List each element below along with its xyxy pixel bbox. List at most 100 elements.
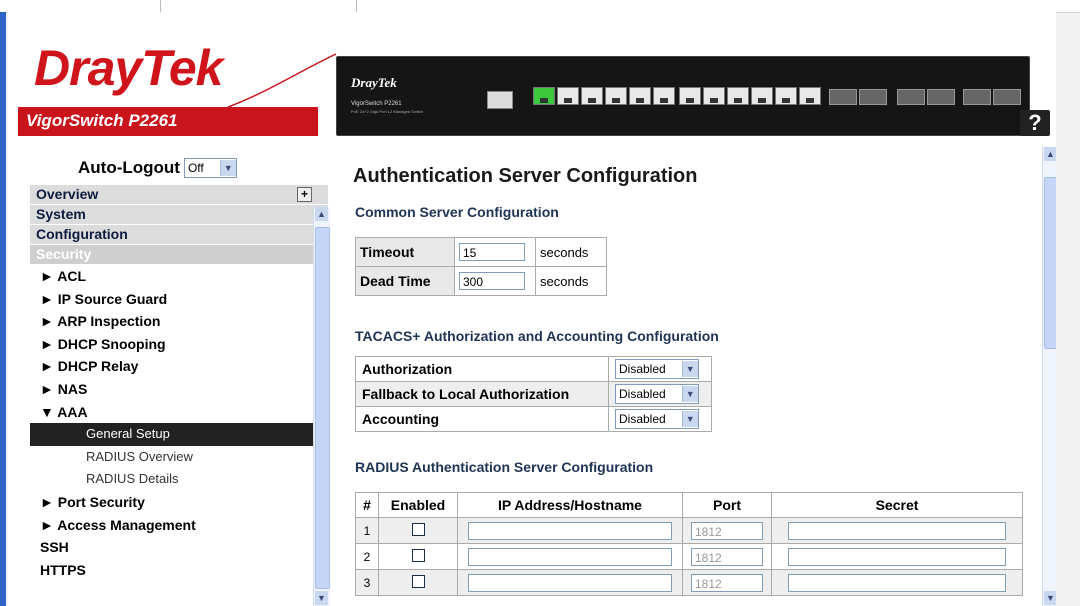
page: DrayTek VigorSwitch P2261 DrayTek VigorS…: [8, 12, 1056, 606]
port: [775, 87, 797, 105]
ip-input[interactable]: [468, 573, 672, 592]
menu-acl[interactable]: ► ACL: [30, 265, 328, 288]
scroll-down-icon[interactable]: ▼: [315, 591, 328, 605]
menu-aaa[interactable]: ▼ AAA: [30, 401, 328, 424]
model-band: VigorSwitch P2261: [18, 107, 318, 136]
port-group: [533, 87, 675, 105]
expand-icon[interactable]: +: [297, 187, 312, 202]
port: [727, 87, 749, 105]
accounting-value: Disabled: [619, 412, 666, 426]
window-left-edge: [0, 12, 6, 606]
tab-security[interactable]: Security: [30, 245, 328, 265]
enabled-checkbox[interactable]: [411, 548, 425, 562]
switch-panel-image: DrayTek VigorSwitch P2261 PoE 24+2 Giga …: [336, 56, 1030, 136]
col-port: Port: [682, 492, 772, 518]
menu-ip-source-guard[interactable]: ► IP Source Guard: [30, 288, 328, 311]
fallback-value: Disabled: [619, 387, 666, 401]
menu-ssh[interactable]: SSH: [30, 536, 328, 559]
content-scrollbar[interactable]: ▲ ▼: [1042, 147, 1056, 606]
col-ip: IP Address/Hostname: [457, 492, 683, 518]
tab-overview[interactable]: Overview +: [30, 185, 328, 205]
auto-logout-label: Auto-Logout: [78, 158, 180, 177]
scroll-thumb[interactable]: [315, 227, 330, 589]
radius-heading: RADIUS Authentication Server Configurati…: [355, 459, 654, 475]
scroll-up-icon[interactable]: ▲: [315, 207, 328, 221]
port-input[interactable]: 1812: [691, 521, 763, 540]
sfp-slot: [897, 89, 925, 105]
enabled-checkbox[interactable]: [411, 574, 425, 588]
sfp-slot: [829, 89, 857, 105]
authorization-value: Disabled: [619, 362, 666, 376]
table-row: 2 1812: [355, 543, 1023, 570]
menu-access-management[interactable]: ► Access Management: [30, 514, 328, 537]
tacacs-table: Authorization Disabled ▼ Fallback to Loca…: [355, 356, 712, 432]
timeout-label: Timeout: [355, 237, 455, 267]
auto-logout-select[interactable]: Off ▼: [183, 158, 237, 178]
dead-time-label: Dead Time: [355, 266, 455, 296]
port: [581, 87, 603, 105]
tab-configuration[interactable]: Configuration: [30, 225, 328, 245]
chevron-down-icon[interactable]: ▼: [681, 386, 698, 402]
row-number: 2: [355, 543, 379, 570]
nav-menu: Overview + System Configuration Security …: [30, 185, 328, 606]
row-number: 1: [355, 517, 379, 544]
tab-system[interactable]: System: [30, 205, 328, 225]
fallback-select[interactable]: Disabled ▼: [615, 384, 699, 404]
chevron-down-icon[interactable]: ▼: [681, 411, 698, 427]
port: [679, 87, 701, 105]
panel-model: VigorSwitch P2261: [351, 101, 402, 107]
port: [629, 87, 651, 105]
menu-arp-inspection[interactable]: ► ARP Inspection: [30, 310, 328, 333]
chevron-down-icon[interactable]: ▼: [681, 361, 698, 377]
port: [533, 87, 555, 105]
enabled-checkbox[interactable]: [411, 522, 425, 536]
sidebar: Auto-Logout Off ▼ Overview + System Confi…: [30, 147, 330, 606]
ip-input[interactable]: [468, 547, 672, 566]
port-input[interactable]: 1812: [691, 547, 763, 566]
panel-brand: DrayTek: [351, 75, 397, 90]
menu-https[interactable]: HTTPS: [30, 559, 328, 582]
port: [799, 87, 821, 105]
port-input[interactable]: 1812: [691, 573, 763, 592]
draytek-logo: DrayTek: [34, 40, 223, 96]
help-icon[interactable]: ?: [1020, 110, 1050, 136]
scroll-up-icon[interactable]: ▲: [1044, 147, 1056, 161]
col-num: #: [355, 492, 379, 518]
accounting-label: Accounting: [355, 406, 609, 432]
dead-time-input[interactable]: 300: [459, 272, 525, 290]
port: [703, 87, 725, 105]
menu-nas[interactable]: ► NAS: [30, 378, 328, 401]
menu-radius-overview[interactable]: RADIUS Overview: [30, 446, 328, 469]
panel-sub: PoE 24+2 Giga Port L2 Managed Switch: [351, 109, 423, 114]
scroll-thumb[interactable]: [1044, 177, 1056, 349]
sfp-slot: [927, 89, 955, 105]
ip-input[interactable]: [468, 521, 672, 540]
secret-input[interactable]: [788, 573, 1006, 592]
port-group: [679, 87, 821, 105]
sfp-slot: [963, 89, 991, 105]
strip-divider: [356, 0, 357, 12]
sidebar-scrollbar[interactable]: ▲ ▼: [313, 207, 330, 606]
menu-port-security[interactable]: ► Port Security: [30, 491, 328, 514]
table-row: 3 1812: [355, 569, 1023, 596]
authorization-label: Authorization: [355, 356, 609, 382]
accounting-select[interactable]: Disabled ▼: [615, 409, 699, 429]
secret-input[interactable]: [788, 521, 1006, 540]
timeout-input[interactable]: 15: [459, 243, 525, 261]
fallback-label: Fallback to Local Authorization: [355, 381, 609, 407]
chevron-down-icon[interactable]: ▼: [219, 160, 236, 176]
console-port: [487, 91, 513, 109]
menu-radius-details[interactable]: RADIUS Details: [30, 468, 328, 491]
strip-divider: [160, 0, 161, 12]
table-row: 1 1812: [355, 517, 1023, 544]
radius-table: # Enabled IP Address/Hostname Port Secre…: [355, 492, 1023, 596]
timeout-unit: seconds: [535, 237, 607, 267]
menu-general-setup[interactable]: General Setup: [30, 423, 328, 446]
col-secret: Secret: [771, 492, 1023, 518]
secret-input[interactable]: [788, 547, 1006, 566]
authorization-select[interactable]: Disabled ▼: [615, 359, 699, 379]
scroll-down-icon[interactable]: ▼: [1044, 591, 1056, 605]
menu-dhcp-relay[interactable]: ► DHCP Relay: [30, 355, 328, 378]
port: [653, 87, 675, 105]
menu-dhcp-snooping[interactable]: ► DHCP Snooping: [30, 333, 328, 356]
